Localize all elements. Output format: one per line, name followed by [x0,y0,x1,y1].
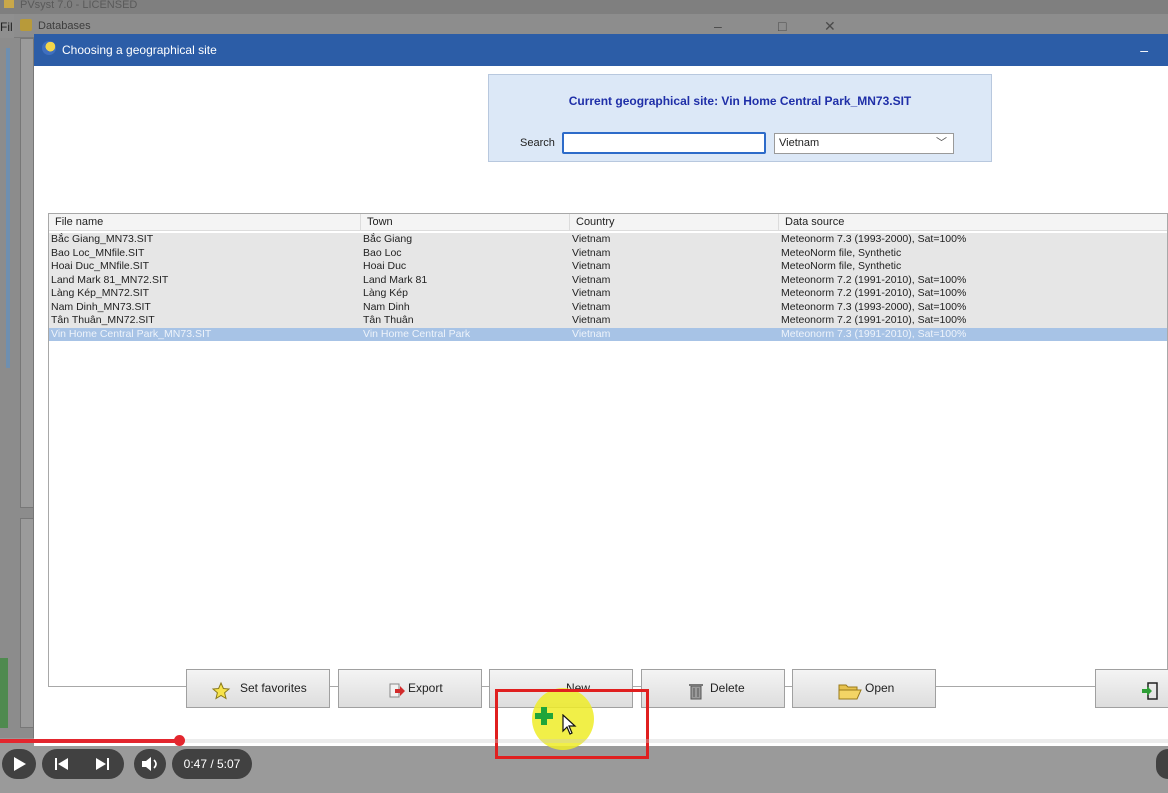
file-name-cell: Hoai Duc_MNfile.SIT [51,260,150,272]
table-row[interactable]: Hoai Duc_MNfile.SIT Hoai Duc Vietnam MeteoN… [49,260,1167,274]
data-source-cell: Meteonorm 7.2 (1991-2010), Sat=100% [781,287,967,299]
search-input[interactable] [562,132,766,154]
background-app-title: PVsyst 7.0 - LICENSED [0,0,1168,14]
town-cell: Vin Home Central Park [363,327,471,340]
folder-open-icon [837,679,863,700]
geographical-site-dialog: Choosing a geographical site – Current g… [34,34,1168,746]
town-cell: Land Mark 81 [363,273,428,286]
open-button[interactable]: Open [792,669,936,708]
data-source-cell: Meteonorm 7.3 (1993-2000), Sat=100% [781,300,967,313]
play-icon [14,757,26,771]
column-data-source[interactable]: Data source [779,214,1168,231]
data-source-cell: MeteoNorm file, Synthetic [781,246,902,259]
video-player-controls: 0:47 / 5:07 [0,746,1168,793]
volume-icon [142,757,157,771]
current-site-panel: Current geographical site: Vin Home Cent… [488,74,992,162]
file-name-cell: Làng Kép_MN72.SIT [51,287,150,299]
next-icon[interactable] [92,749,112,779]
country-cell: Vietnam [572,273,611,286]
table-row[interactable]: Land Mark 81_MN72.SIT Land Mark 81 Vietnam… [49,273,1167,287]
country-select-value: Vietnam [779,137,820,149]
background-left-panel-upper [20,38,34,508]
trash-icon [686,679,706,700]
background-left-panel [0,38,34,738]
star-icon [211,679,231,700]
skip-controls [42,749,124,779]
previous-icon[interactable] [52,749,72,779]
databases-title: Databases [38,20,91,32]
town-cell: Bắc Giang [363,233,413,245]
country-cell: Vietnam [572,314,611,326]
file-name-cell: Nam Dinh_MN73.SIT [51,300,151,313]
dialog-title-bar: Choosing a geographical site – [34,34,1168,66]
file-name-cell: Land Mark 81_MN72.SIT [51,273,169,286]
data-source-cell: Meteonorm 7.3 (1993-2000), Sat=100% [781,233,967,245]
chevron-down-icon: ﹀ [936,137,947,149]
town-cell: Làng Kép [363,287,408,299]
country-select[interactable]: Vietnam ﹀ [774,133,954,154]
site-list-rows: Bắc Giang_MN73.SIT Bắc Giang Vietnam Meteon… [49,233,1167,341]
country-cell: Vietnam [572,287,611,299]
exit-button[interactable] [1095,669,1168,708]
file-name-cell: Tân Thuân_MN72.SIT [51,314,155,326]
file-name-cell: Bao Loc_MNfile.SIT [51,246,145,259]
site-globe-icon [42,41,56,55]
data-source-cell: Meteonorm 7.3 (1991-2010), Sat=100% [781,327,967,340]
set-favorites-button[interactable]: Set favorites [186,669,330,708]
background-left-strip [6,48,10,368]
databases-icon [20,19,32,31]
table-row[interactable]: Nam Dinh_MN73.SIT Nam Dinh Vietnam Meteonor… [49,300,1167,314]
dialog-body: Current geographical site: Vin Home Cent… [34,66,1168,746]
dialog-minimize-button[interactable]: – [1140,34,1148,66]
exit-door-icon [1140,679,1160,700]
country-cell: Vietnam [572,260,611,272]
video-progress-handle[interactable] [173,735,185,746]
table-row[interactable]: Làng Kép_MN72.SIT Làng Kép Vietnam Meteonor… [49,287,1167,301]
column-town[interactable]: Town [361,214,570,231]
country-cell: Vietnam [572,327,611,340]
site-list[interactable]: File name Town Country Data source Bắc G… [48,213,1168,687]
background-left-panel-lower [20,518,34,728]
file-name-cell: Bắc Giang_MN73.SIT [51,233,154,245]
table-row[interactable]: Tân Thuân_MN72.SIT Tân Thuân Vietnam Meteon… [49,314,1167,328]
table-row[interactable]: Vin Home Central Park_MN73.SIT Vin Home C… [49,327,1167,341]
column-file-name[interactable]: File name [49,214,361,231]
country-cell: Vietnam [572,300,611,313]
country-cell: Vietnam [572,233,611,245]
data-source-cell: Meteonorm 7.2 (1991-2010), Sat=100% [781,314,967,326]
video-progress-fill [0,739,179,743]
current-site-label: Current geographical site: Vin Home Cent… [568,94,912,108]
export-arrow-icon [387,679,407,699]
town-cell: Nam Dinh [363,300,410,313]
town-cell: Tân Thuân [363,314,414,326]
dialog-title: Choosing a geographical site [62,43,217,57]
player-right-control[interactable] [1156,749,1168,779]
site-list-header: File name Town Country Data source [49,214,1167,231]
table-row[interactable]: Bao Loc_MNfile.SIT Bao Loc Vietnam MeteoNor… [49,246,1167,260]
file-name-cell: Vin Home Central Park_MN73.SIT [51,327,212,340]
data-source-cell: Meteonorm 7.2 (1991-2010), Sat=100% [781,273,967,286]
delete-button[interactable]: Delete [641,669,785,708]
volume-button[interactable] [134,749,166,779]
background-app-title-text: PVsyst 7.0 - LICENSED [20,0,138,11]
table-row[interactable]: Bắc Giang_MN73.SIT Bắc Giang Vietnam Meteon… [49,233,1167,247]
export-button[interactable]: Export [338,669,482,708]
background-left-green-strip [0,658,8,728]
town-cell: Bao Loc [363,246,402,259]
pvsyst-app-icon [4,0,14,8]
search-label: Search [520,137,555,149]
video-time: 0:47 / 5:07 [172,749,252,779]
column-country[interactable]: Country [570,214,779,231]
town-cell: Hoai Duc [363,260,407,272]
country-cell: Vietnam [572,246,611,259]
play-button[interactable] [2,749,36,779]
video-progress-bar[interactable] [0,735,1168,746]
data-source-cell: MeteoNorm file, Synthetic [781,260,902,272]
